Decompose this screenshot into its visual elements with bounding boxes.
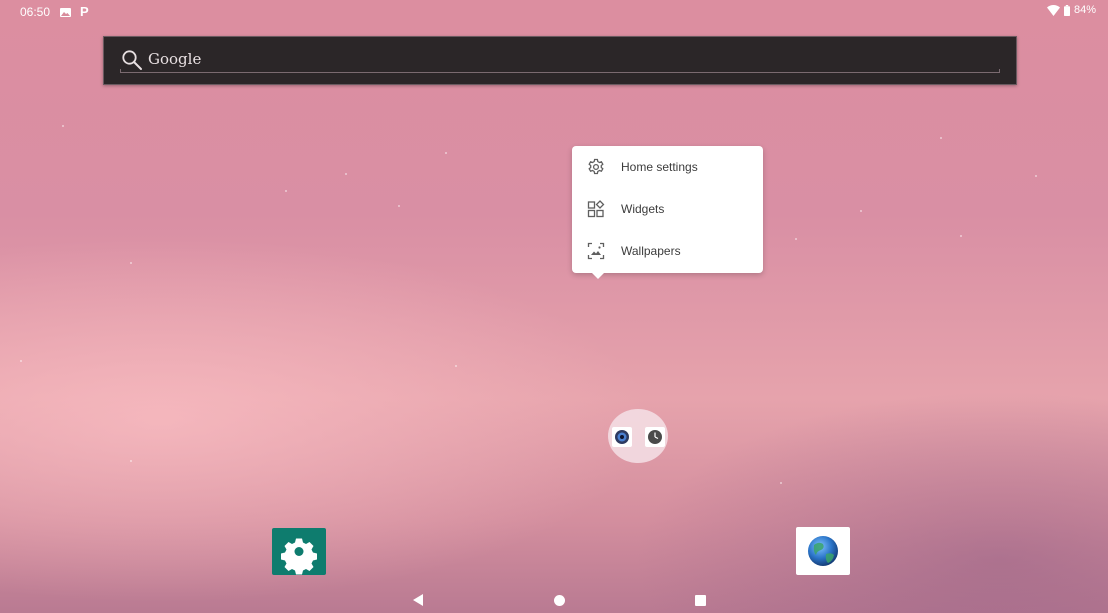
wallpaper-speck xyxy=(345,173,347,175)
wallpaper-speck xyxy=(130,460,132,462)
home-button[interactable] xyxy=(554,595,565,606)
wallpaper-speck xyxy=(20,360,22,362)
search-underline xyxy=(120,69,1000,73)
widgets-icon xyxy=(587,200,605,218)
menu-item-home-settings[interactable]: Home settings xyxy=(572,146,763,188)
menu-item-wallpapers[interactable]: Wallpapers xyxy=(572,230,763,272)
menu-item-label: Home settings xyxy=(621,160,698,174)
google-search-bar[interactable]: Google xyxy=(103,36,1017,85)
wifi-icon xyxy=(1046,4,1060,16)
menu-item-label: Widgets xyxy=(621,202,665,216)
browser-globe-icon[interactable] xyxy=(796,527,850,575)
battery-icon xyxy=(1063,4,1070,16)
wallpaper-speck xyxy=(860,210,862,212)
wallpaper-icon xyxy=(587,242,605,260)
wallpaper-speck xyxy=(455,365,457,367)
back-button[interactable] xyxy=(413,594,423,606)
menu-item-widgets[interactable]: Widgets xyxy=(572,188,763,230)
p-notification-icon: P xyxy=(80,4,89,19)
wallpaper-speck xyxy=(795,238,797,240)
wallpaper-speck xyxy=(445,152,447,154)
popup-arrow xyxy=(592,273,604,279)
wallpaper-speck xyxy=(285,190,287,192)
navigation-bar xyxy=(0,588,1108,613)
wallpaper-speck xyxy=(1035,175,1037,177)
search-icon[interactable] xyxy=(121,49,143,71)
wallpaper-speck xyxy=(960,235,962,237)
status-indicators: 84% xyxy=(1046,4,1096,16)
status-bar[interactable]: 06:50 P 84% xyxy=(0,0,1108,24)
app-folder[interactable] xyxy=(608,409,668,463)
wallpaper-speck xyxy=(398,205,400,207)
search-label[interactable]: Google xyxy=(148,50,201,68)
clock-app-icon xyxy=(645,427,665,447)
wallpaper-speck xyxy=(940,137,942,139)
gear-icon xyxy=(588,158,604,175)
battery-percentage: 84% xyxy=(1073,4,1096,16)
home-screen[interactable]: 06:50 P 84% Google Home settings Widgets… xyxy=(0,0,1108,613)
wallpaper-speck xyxy=(62,125,64,127)
wallpaper-speck xyxy=(130,262,132,264)
settings-app-icon[interactable] xyxy=(272,528,326,575)
home-popup-menu: Home settings Widgets Wallpapers xyxy=(572,146,763,279)
menu-item-label: Wallpapers xyxy=(621,244,681,258)
wallpaper-speck xyxy=(780,482,782,484)
photo-icon xyxy=(60,8,71,17)
status-time: 06:50 xyxy=(20,5,51,19)
camera-app-icon xyxy=(612,427,632,447)
recents-button[interactable] xyxy=(695,595,706,606)
